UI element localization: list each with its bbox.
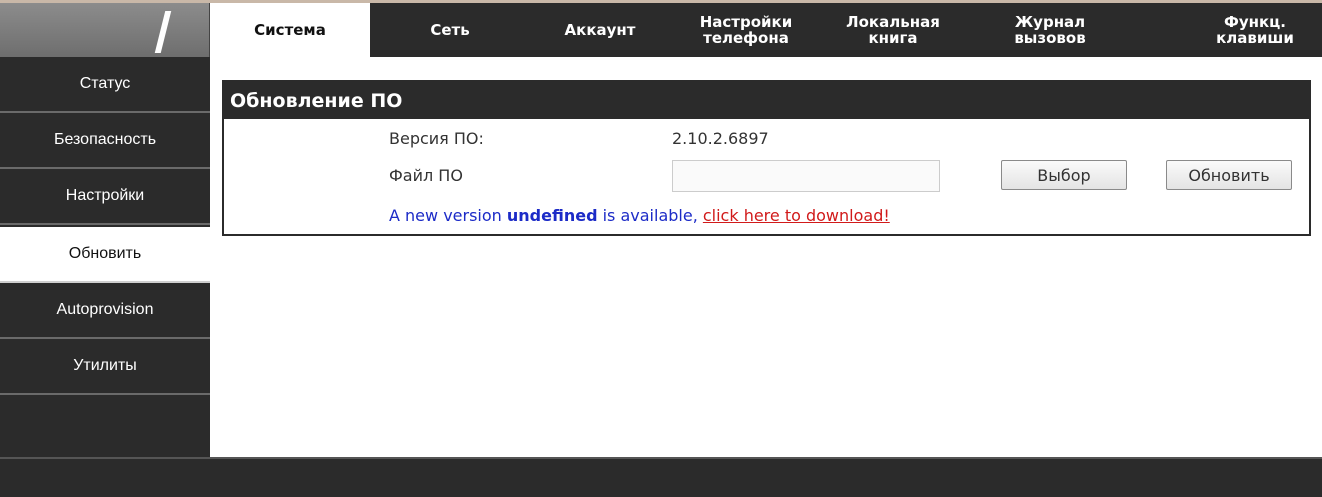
tab-local-directory[interactable]: Локальная книга [832, 3, 954, 57]
update-button[interactable]: Обновить [1166, 160, 1292, 190]
firmware-upgrade-panel: Обновление ПО Версия ПО: 2.10.2.6897 Фай… [222, 80, 1311, 236]
footer-bar [0, 457, 1322, 497]
firmware-version-value: 2.10.2.6897 [672, 129, 769, 148]
web-ui: Система Сеть Аккаунт Настройки телефона … [0, 0, 1322, 497]
notice-middle: is available, [597, 206, 703, 225]
logo-slash-icon [154, 11, 172, 53]
tab-call-log[interactable]: Журнал вызовов [990, 3, 1110, 57]
sidebar-item-tools[interactable]: Утилиты [0, 339, 210, 395]
firmware-file-label: Файл ПО [389, 166, 463, 185]
top-nav-bar: Система Сеть Аккаунт Настройки телефона … [0, 0, 1322, 57]
firmware-version-label: Версия ПО: [389, 129, 484, 148]
tab-phone-settings[interactable]: Настройки телефона [670, 3, 822, 57]
panel-title: Обновление ПО [224, 82, 1309, 119]
firmware-file-input[interactable] [672, 160, 940, 192]
sidebar-item-security[interactable]: Безопасность [0, 113, 210, 169]
new-version-notice: A new version undefined is available, cl… [389, 206, 890, 225]
logo [0, 3, 210, 57]
browse-button[interactable]: Выбор [1001, 160, 1127, 190]
tab-function-keys[interactable]: Функц. клавиши [1192, 3, 1318, 57]
download-link[interactable]: click here to download! [703, 206, 890, 225]
sidebar-item-status[interactable]: Статус [0, 57, 210, 113]
tab-system[interactable]: Система [210, 3, 370, 57]
notice-prefix: A new version [389, 206, 507, 225]
tab-network[interactable]: Сеть [370, 3, 530, 57]
notice-version: undefined [506, 206, 598, 225]
sidebar-item-upgrade[interactable]: Обновить [0, 227, 210, 283]
sidebar: Статус Безопасность Настройки Обновить A… [0, 57, 210, 457]
tab-account[interactable]: Аккаунт [530, 3, 670, 57]
sidebar-item-autoprovision[interactable]: Autoprovision [0, 283, 210, 339]
sidebar-item-settings[interactable]: Настройки [0, 169, 210, 225]
